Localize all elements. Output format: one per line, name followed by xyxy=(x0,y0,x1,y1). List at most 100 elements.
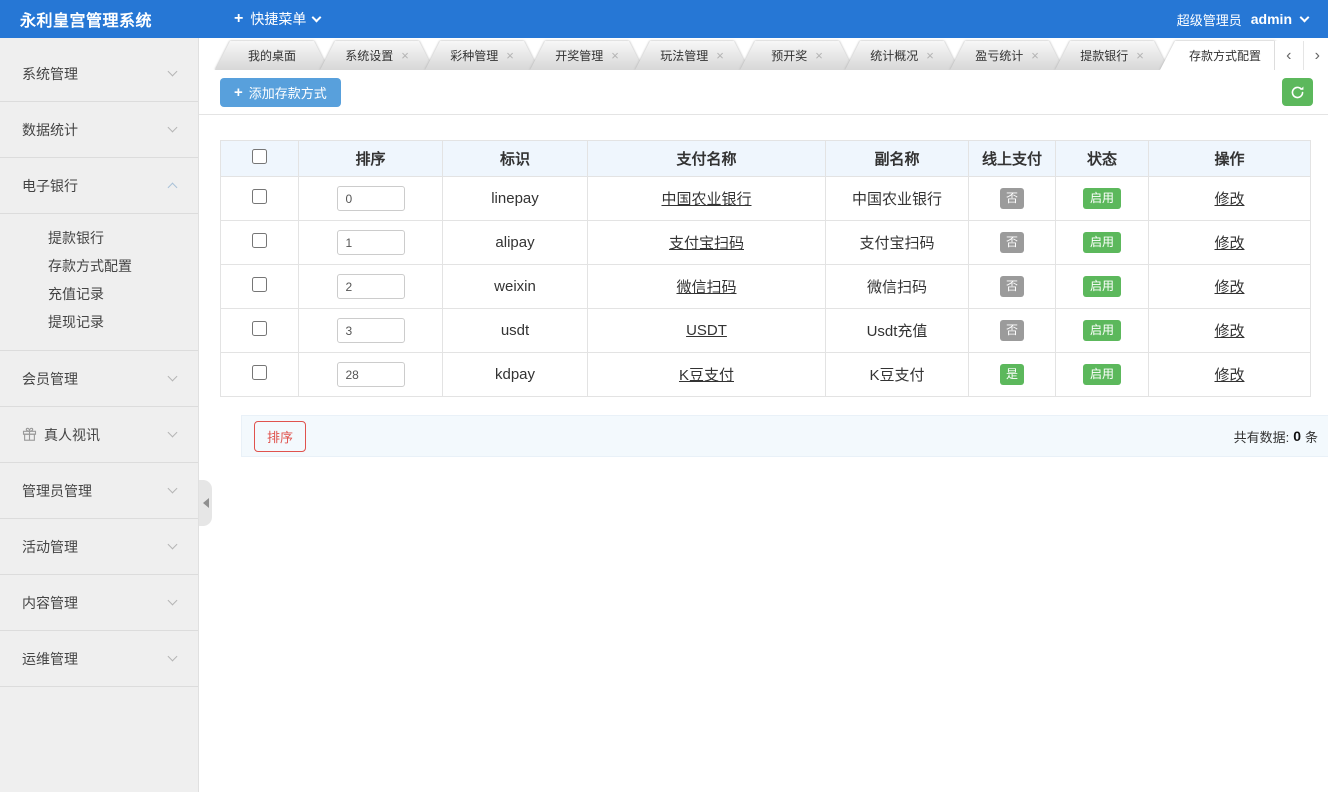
add-deposit-method-button[interactable]: + 添加存款方式 xyxy=(220,78,341,107)
close-icon[interactable]: × xyxy=(1136,49,1144,62)
tab-label: 系统设置 xyxy=(345,49,394,63)
status-badge[interactable]: 启用 xyxy=(1082,364,1121,385)
table-row: kdpay K豆支付 K豆支付 是 启用 修改 xyxy=(220,352,1311,397)
tab-my-desktop[interactable]: 我的桌面 xyxy=(215,41,329,70)
status-badge[interactable]: 启用 xyxy=(1082,320,1121,341)
online-pay-badge[interactable]: 否 xyxy=(999,276,1024,297)
total-unit: 条 xyxy=(1304,429,1318,445)
sidebar-item-data-stats[interactable]: 数据统计 xyxy=(0,102,198,158)
sidebar-item-label: 系统管理 xyxy=(22,65,78,82)
cell-code: linepay xyxy=(442,176,588,221)
sidebar-item-system-manage[interactable]: 系统管理 xyxy=(0,38,198,102)
row-checkbox[interactable] xyxy=(252,189,267,204)
sort-button[interactable]: 排序 xyxy=(254,420,307,452)
user-menu[interactable]: 超级管理员 admin xyxy=(1177,10,1328,29)
tab-profit-stats[interactable]: 盈亏统计 × xyxy=(950,41,1064,70)
sidebar-item-admin-manage[interactable]: 管理员管理 xyxy=(0,463,198,519)
tab-pre-draw[interactable]: 预开奖 × xyxy=(740,41,854,70)
online-pay-badge[interactable]: 否 xyxy=(999,320,1024,341)
sidebar-item-member-manage[interactable]: 会员管理 xyxy=(0,351,198,407)
sidebar-item-ops-manage[interactable]: 运维管理 xyxy=(0,631,198,687)
sidebar-subitem-withdraw-bank[interactable]: 提款银行 xyxy=(0,224,198,252)
header-sort: 排序 xyxy=(298,140,443,177)
sort-input[interactable] xyxy=(336,230,405,255)
online-pay-badge[interactable]: 是 xyxy=(999,364,1024,385)
tab-scroll-right-icon[interactable]: › xyxy=(1302,41,1328,70)
close-icon[interactable]: × xyxy=(815,49,823,62)
status-badge[interactable]: 启用 xyxy=(1082,188,1121,209)
tab-label: 开奖管理 xyxy=(555,49,604,63)
close-icon[interactable]: × xyxy=(926,49,934,62)
tab-withdraw-bank[interactable]: 提款银行 × xyxy=(1055,41,1169,70)
tab-label: 彩种管理 xyxy=(450,49,499,63)
user-name: admin xyxy=(1250,11,1292,27)
tab-draw-manage[interactable]: 开奖管理 × xyxy=(530,41,644,70)
sort-input[interactable] xyxy=(336,318,405,343)
sidebar-item-e-bank[interactable]: 电子银行 xyxy=(0,158,198,214)
header-online-pay: 线上支付 xyxy=(968,140,1056,177)
pay-name-link[interactable]: 支付宝扫码 xyxy=(669,235,744,252)
sidebar-item-label: 运维管理 xyxy=(22,650,78,667)
row-checkbox[interactable] xyxy=(252,233,267,248)
sidebar-subitem-recharge-records[interactable]: 充值记录 xyxy=(0,280,198,308)
close-icon[interactable]: × xyxy=(1031,49,1039,62)
header-status: 状态 xyxy=(1055,140,1149,177)
tab-play-manage[interactable]: 玩法管理 × xyxy=(635,41,749,70)
cell-code: usdt xyxy=(442,308,588,353)
refresh-button[interactable] xyxy=(1282,78,1313,106)
header-checkbox-cell xyxy=(220,140,299,177)
subitem-label: 存款方式配置 xyxy=(48,258,132,274)
pay-name-link[interactable]: 微信扫码 xyxy=(676,279,736,296)
select-all-checkbox[interactable] xyxy=(252,149,267,164)
user-role: 超级管理员 xyxy=(1176,12,1242,28)
header-sub-name: 副名称 xyxy=(825,140,969,177)
close-icon[interactable]: × xyxy=(716,49,724,62)
close-icon[interactable]: × xyxy=(401,49,409,62)
total-count: 共有数据: 0 条 xyxy=(1234,427,1318,446)
table-row: linepay 中国农业银行 中国农业银行 否 启用 修改 xyxy=(220,176,1311,221)
tab-scroll-left-icon[interactable]: ‹ xyxy=(1275,41,1303,70)
pay-name-link[interactable]: K豆支付 xyxy=(679,367,734,384)
status-badge[interactable]: 启用 xyxy=(1082,232,1121,253)
edit-link[interactable]: 修改 xyxy=(1214,367,1244,384)
sort-input[interactable] xyxy=(336,362,405,387)
sidebar-item-content-manage[interactable]: 内容管理 xyxy=(0,575,198,631)
status-badge[interactable]: 启用 xyxy=(1082,276,1121,297)
sidebar-subitem-withdraw-records[interactable]: 提现记录 xyxy=(0,308,198,336)
tab-deposit-config[interactable]: 存款方式配置 xyxy=(1160,41,1290,70)
edit-link[interactable]: 修改 xyxy=(1214,235,1244,252)
row-checkbox[interactable] xyxy=(252,365,267,380)
cell-sub-name: K豆支付 xyxy=(825,352,969,397)
chevron-down-icon xyxy=(311,12,322,23)
edit-link[interactable]: 修改 xyxy=(1214,191,1244,208)
chevron-down-icon xyxy=(167,427,178,438)
sidebar-item-live-video[interactable]: 真人视讯 xyxy=(0,407,198,463)
online-pay-badge[interactable]: 否 xyxy=(999,188,1024,209)
sort-input[interactable] xyxy=(336,274,405,299)
row-checkbox[interactable] xyxy=(252,321,267,336)
tab-label: 存款方式配置 xyxy=(1188,49,1261,63)
tab-lottery-manage[interactable]: 彩种管理 × xyxy=(425,41,539,70)
collapse-arrow-icon xyxy=(202,498,209,508)
pay-name-link[interactable]: 中国农业银行 xyxy=(661,191,751,208)
online-pay-badge[interactable]: 否 xyxy=(999,232,1024,253)
pay-name-link[interactable]: USDT xyxy=(686,322,727,339)
e-bank-submenu: 提款银行 存款方式配置 充值记录 提现记录 xyxy=(0,214,198,351)
close-icon[interactable]: × xyxy=(506,49,514,62)
tab-stats-overview[interactable]: 统计概况 × xyxy=(845,41,959,70)
sidebar-collapse-handle[interactable] xyxy=(199,480,212,526)
tab-system-settings[interactable]: 系统设置 × xyxy=(320,41,434,70)
quick-menu-button[interactable]: + 快捷菜单 xyxy=(234,9,322,29)
main-panel: 我的桌面 系统设置 × 彩种管理 × 开奖管理 × 玩法管理 × 预开奖 × 统… xyxy=(199,38,1328,792)
sort-input[interactable] xyxy=(336,186,405,211)
gift-icon xyxy=(22,427,37,442)
cell-code: alipay xyxy=(442,220,588,265)
edit-link[interactable]: 修改 xyxy=(1214,279,1244,296)
sidebar-subitem-deposit-config[interactable]: 存款方式配置 xyxy=(0,252,198,280)
close-icon[interactable]: × xyxy=(611,49,619,62)
row-checkbox[interactable] xyxy=(252,277,267,292)
sidebar-item-activity-manage[interactable]: 活动管理 xyxy=(0,519,198,575)
table-footer-bar: 排序 共有数据: 0 条 xyxy=(241,415,1328,457)
edit-link[interactable]: 修改 xyxy=(1214,323,1244,340)
tab-scroll-arrows: ‹ › xyxy=(1274,41,1328,70)
